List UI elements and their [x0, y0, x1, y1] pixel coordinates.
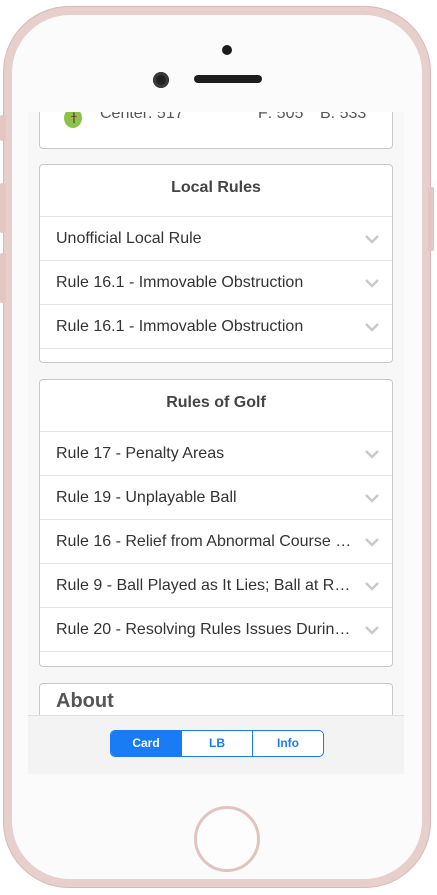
tab-info[interactable]: Info: [252, 731, 323, 756]
golf-rule-item[interactable]: Rule 17 - Penalty Areas: [40, 432, 392, 476]
flag-icon: 1: [64, 112, 82, 128]
chevron-down-icon: [365, 582, 379, 591]
local-rule-item[interactable]: Unofficial Local Rule: [40, 217, 392, 261]
golf-rule-item[interactable]: Rule 16 - Relief from Abnormal Course Co…: [40, 520, 392, 564]
bottom-tab-bar: Card LB Info: [28, 715, 404, 774]
rule-label: Rule 9 - Ball Played as It Lies; Ball at…: [56, 577, 352, 594]
earpiece-speaker: [194, 75, 262, 83]
rule-label: Rule 16.1 - Immovable Obstruction: [56, 274, 304, 291]
tab-card[interactable]: Card: [111, 731, 181, 756]
rule-label: Rule 20 - Resolving Rules Issues During …: [56, 621, 352, 638]
local-rule-item[interactable]: Rule 16.1 - Immovable Obstruction: [40, 305, 392, 349]
chevron-down-icon: [365, 323, 379, 332]
chevron-down-icon: [365, 450, 379, 459]
power-button: [428, 187, 434, 251]
golf-rule-item[interactable]: Rule 9 - Ball Played as It Lies; Ball at…: [40, 564, 392, 608]
rule-label: Rule 16 - Relief from Abnormal Course Co…: [56, 533, 352, 550]
tab-lb[interactable]: LB: [181, 731, 252, 756]
front-distance: F: 505: [258, 112, 304, 122]
rule-label: Rule 17 - Penalty Areas: [56, 445, 225, 462]
segmented-control: Card LB Info: [110, 730, 324, 757]
front-camera: [153, 72, 169, 88]
rules-of-golf-card: Rules of Golf Rule 17 - Penalty Areas Ru…: [39, 379, 393, 667]
rule-label: Rule 19 - Unplayable Ball: [56, 489, 237, 506]
chevron-down-icon: [365, 538, 379, 547]
chevron-down-icon: [365, 235, 379, 244]
local-rules-card: Local Rules Unofficial Local Rule Rule 1…: [39, 164, 393, 363]
rule-label: Unofficial Local Rule: [56, 230, 202, 247]
chevron-down-icon: [365, 279, 379, 288]
proximity-sensor: [222, 45, 232, 55]
silent-switch: [0, 115, 6, 141]
center-distance: Center: 517: [100, 112, 184, 122]
golf-rule-item[interactable]: Rule 20 - Resolving Rules Issues During …: [40, 608, 392, 652]
volume-up-button: [0, 183, 6, 233]
about-title: About: [56, 690, 114, 712]
app-screen: 1 Center: 517 F: 505 B: 533 Local Rules …: [28, 112, 404, 774]
rules-of-golf-title: Rules of Golf: [40, 380, 392, 432]
golf-rule-item[interactable]: Rule 19 - Unplayable Ball: [40, 476, 392, 520]
volume-down-button: [0, 253, 6, 303]
local-rules-title: Local Rules: [40, 165, 392, 217]
back-distance: B: 533: [320, 112, 367, 122]
chevron-down-icon: [365, 626, 379, 635]
local-rule-item[interactable]: Rule 16.1 - Immovable Obstruction: [40, 261, 392, 305]
hole-yardage-card: 1 Center: 517 F: 505 B: 533: [39, 112, 393, 149]
chevron-down-icon: [365, 494, 379, 503]
home-button[interactable]: [194, 806, 260, 872]
rule-label: Rule 16.1 - Immovable Obstruction: [56, 318, 304, 335]
